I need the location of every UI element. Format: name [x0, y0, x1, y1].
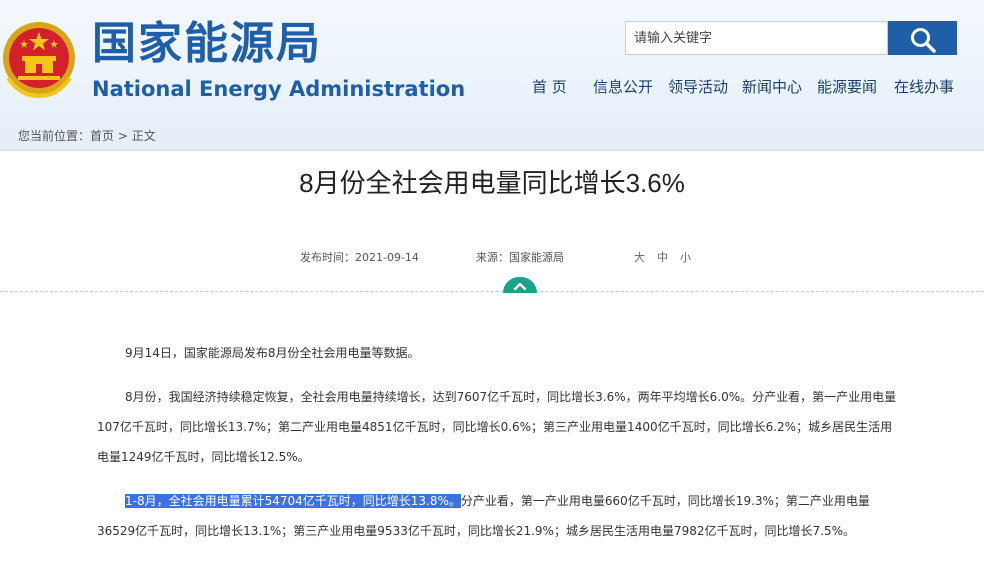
search-box	[625, 21, 957, 55]
paragraph-text: 8月份，我国经济持续稳定恢复，全社会用电量持续增长，达到7607亿千瓦时，同比增…	[97, 390, 897, 464]
site-name-cn[interactable]: 国家能源局	[92, 16, 322, 72]
content-divider	[0, 291, 984, 292]
article-paragraph: 1-8月，全社会用电量累计54704亿千瓦时，同比增长13.8%。分产业看，第一…	[97, 486, 897, 546]
chevron-up-icon	[513, 282, 527, 291]
search-input[interactable]	[625, 21, 888, 55]
article-source: 来源：国家能源局	[476, 251, 564, 264]
selected-text[interactable]: 1-8月，全社会用电量累计54704亿千瓦时，同比增长13.8%。	[125, 494, 461, 508]
breadcrumb-separator: >	[114, 129, 132, 143]
article-title: 8月份全社会用电量同比增长3.6%	[299, 168, 685, 198]
site-header: 国家能源局 National Energy Administration 首 页…	[0, 0, 984, 122]
national-emblem-icon	[3, 22, 75, 99]
font-size-switcher: 大中小	[634, 251, 703, 265]
breadcrumb: 您当前位置：首页 > 正文	[18, 128, 156, 144]
nav-news-center[interactable]: 新闻中心	[742, 76, 802, 98]
collapse-toggle[interactable]	[503, 277, 537, 293]
publish-time: 发布时间：2021-09-14	[300, 251, 419, 264]
article-paragraph: 8月份，我国经济持续稳定恢复，全社会用电量持续增长，达到7607亿千瓦时，同比增…	[97, 382, 897, 472]
nav-home[interactable]: 首 页	[532, 76, 567, 98]
nav-leader-activities[interactable]: 领导活动	[668, 76, 728, 98]
breadcrumb-bar: 您当前位置：首页 > 正文	[0, 122, 984, 151]
search-button[interactable]	[888, 21, 957, 55]
font-size-small[interactable]: 小	[680, 251, 691, 264]
nav-online-services[interactable]: 在线办事	[894, 76, 954, 98]
nav-energy-news[interactable]: 能源要闻	[817, 76, 877, 98]
font-size-medium[interactable]: 中	[657, 251, 668, 264]
breadcrumb-label: 您当前位置：	[18, 129, 91, 143]
breadcrumb-home[interactable]: 首页	[90, 129, 114, 143]
breadcrumb-current: 正文	[131, 129, 156, 143]
article-paragraph: 9月14日，国家能源局发布8月份全社会用电量等数据。	[97, 338, 897, 368]
search-icon	[910, 27, 936, 53]
font-size-large[interactable]: 大	[634, 251, 645, 264]
site-name-en[interactable]: National Energy Administration	[92, 74, 465, 104]
paragraph-text: 9月14日，国家能源局发布8月份全社会用电量等数据。	[125, 346, 420, 360]
nav-info-disclosure[interactable]: 信息公开	[593, 76, 653, 98]
